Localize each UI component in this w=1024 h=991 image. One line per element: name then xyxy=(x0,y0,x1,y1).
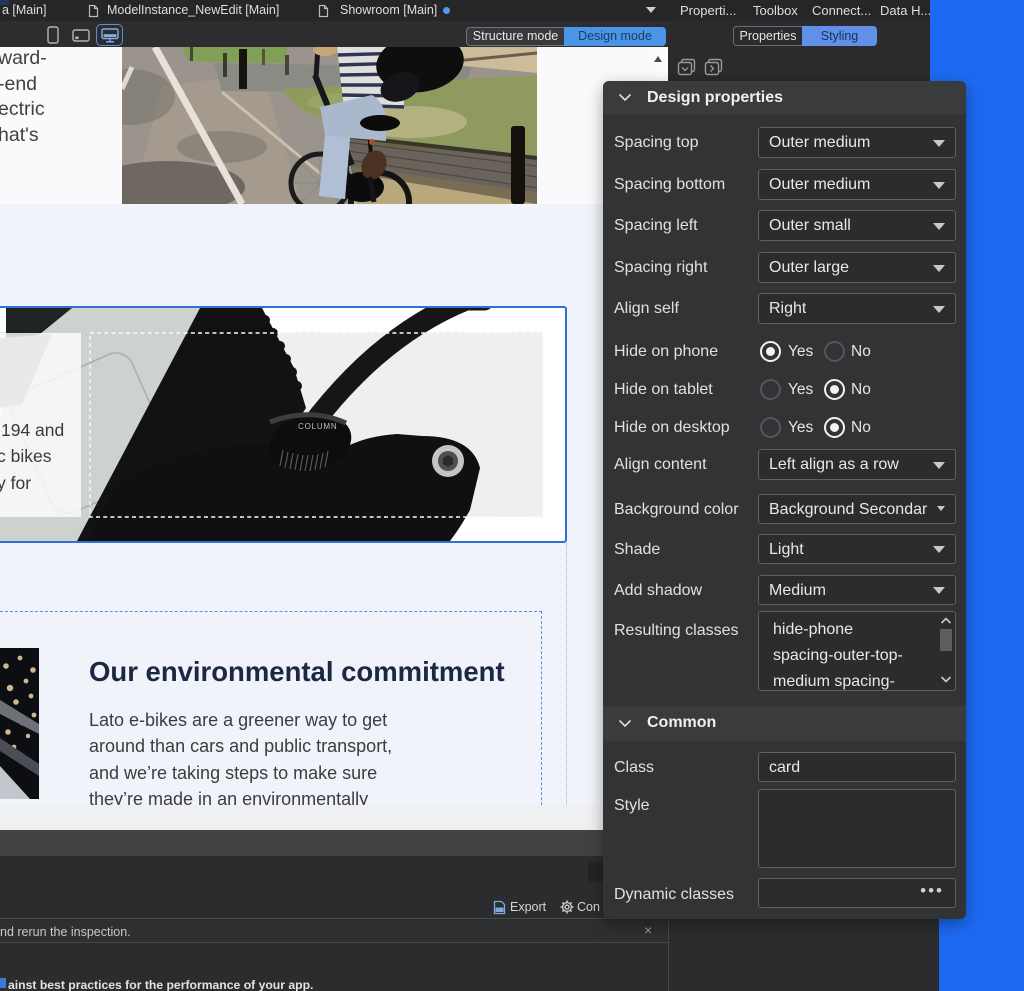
svg-text:194 and: 194 and xyxy=(1,420,64,440)
svg-text:c bikes: c bikes xyxy=(0,446,52,466)
svg-text:y for: y for xyxy=(0,473,31,493)
svg-text:COLUMN: COLUMN xyxy=(298,422,337,431)
